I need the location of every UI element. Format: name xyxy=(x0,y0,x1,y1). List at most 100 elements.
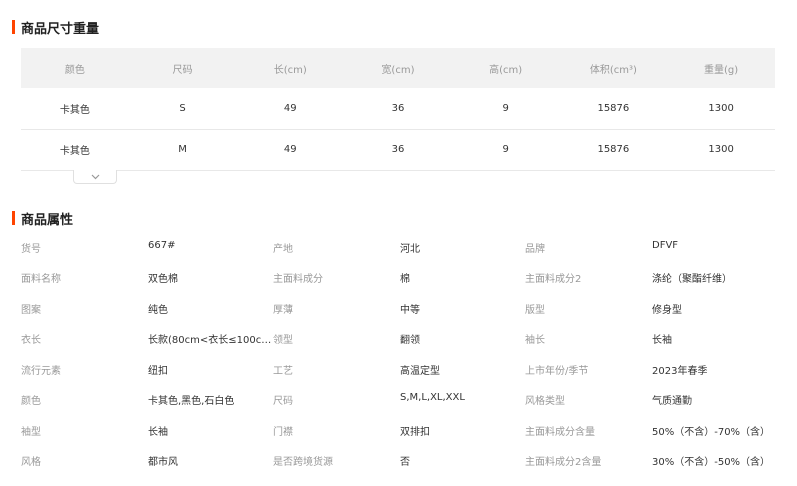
size-table-cell: 36 xyxy=(391,144,405,155)
size-section-title: 商品尺寸重量 xyxy=(12,19,99,37)
size-table-header: 颜色 尺码 长(cm) 宽(cm) 高(cm) 体积(cm³) 重量(g) xyxy=(21,48,775,88)
attribute-item: 品牌 DFVF xyxy=(525,240,781,255)
chevron-down-icon xyxy=(91,174,99,179)
attribute-value: 卡其色,黑色,石白色 xyxy=(148,396,235,408)
attribute-item: 风格 都市风 xyxy=(21,453,273,468)
attribute-value: 双排扣 xyxy=(400,426,430,438)
attribute-label: 流行元素 xyxy=(21,365,61,377)
attribute-item: 版型 修身型 xyxy=(525,301,781,316)
attribute-row: 风格 都市风 是否跨境货源 否 主面料成分2含量 30%（不含）-50%（含） xyxy=(21,446,781,477)
attribute-label: 品牌 xyxy=(525,243,545,255)
attribute-label: 衣长 xyxy=(21,335,41,347)
size-table-header-cell: 颜色 xyxy=(64,64,85,76)
attribute-value: 气质通勤 xyxy=(652,396,692,408)
attribute-label: 主面料成分2 xyxy=(525,274,582,286)
attribute-label: 袖长 xyxy=(525,335,545,347)
table-row: 卡其色 S 49 36 9 15876 1300 xyxy=(21,88,775,129)
attribute-value: 都市风 xyxy=(148,457,178,469)
attribute-label: 版型 xyxy=(525,304,545,316)
attribute-label: 货号 xyxy=(21,243,41,255)
title-accent-bar xyxy=(12,211,15,225)
attribute-label: 门襟 xyxy=(273,426,293,438)
size-table-cell: 15876 xyxy=(597,144,630,155)
expand-toggle-button[interactable] xyxy=(73,170,117,184)
attribute-value: 长款(80cm<衣长≤100cm) xyxy=(148,335,273,347)
attribute-label: 厚薄 xyxy=(273,304,293,316)
attribute-value: 双色棉 xyxy=(148,274,178,286)
attribute-label: 尺码 xyxy=(273,396,293,408)
attribute-item: 颜色 卡其色,黑色,石白色 xyxy=(21,392,273,407)
attribute-label: 上市年份/季节 xyxy=(525,365,589,377)
size-table-cell: 36 xyxy=(391,102,405,114)
size-table-body: 卡其色 S 49 36 9 15876 1300 卡其色 M 49 36 9 15876 1300 xyxy=(21,88,775,170)
size-table-cell: 卡其色 xyxy=(59,146,90,157)
attribute-value: 50%（不含）-70%（含） xyxy=(652,426,771,438)
attribute-item: 流行元素 纽扣 xyxy=(21,362,273,377)
attribute-label: 工艺 xyxy=(273,365,293,377)
attribute-label: 主面料成分 xyxy=(273,274,323,286)
attribute-item: 面料名称 双色棉 xyxy=(21,270,273,285)
size-table-header-cell: 长(cm) xyxy=(273,64,307,76)
attribute-row: 图案 纯色 厚薄 中等 版型 修身型 xyxy=(21,293,781,324)
attribute-value: 河北 xyxy=(400,243,420,255)
size-table-header-cell: 宽(cm) xyxy=(381,64,415,76)
attribute-item: 袖长 长袖 xyxy=(525,331,781,346)
attribute-label: 面料名称 xyxy=(21,274,61,286)
attribute-value: 涤纶（聚酯纤维） xyxy=(652,274,732,286)
attribute-value: 纯色 xyxy=(148,304,168,316)
size-table-cell: 卡其色 xyxy=(59,104,90,116)
attribute-item: 是否跨境货源 否 xyxy=(273,453,525,468)
size-table-cell: 15876 xyxy=(597,102,630,114)
attribute-value: 修身型 xyxy=(652,304,682,316)
attribute-item: 货号 667# xyxy=(21,240,273,255)
size-table-cell: 9 xyxy=(502,102,509,114)
size-table-cell: 9 xyxy=(502,144,509,155)
attribute-item: 图案 纯色 xyxy=(21,301,273,316)
attribute-item: 袖型 长袖 xyxy=(21,423,273,438)
size-table-header-cell: 尺码 xyxy=(172,64,193,76)
attribute-row: 货号 667# 产地 河北 品牌 DFVF xyxy=(21,232,781,263)
size-table-header-cell: 重量(g) xyxy=(704,64,739,76)
attribute-value: 长袖 xyxy=(652,335,672,347)
attribute-value: DFVF xyxy=(652,239,679,251)
size-table-cell: 1300 xyxy=(708,144,734,155)
size-table-cell: S xyxy=(179,102,186,114)
attribute-item: 门襟 双排扣 xyxy=(273,423,525,438)
attribute-value: 667# xyxy=(148,239,176,251)
attribute-item: 领型 翻领 xyxy=(273,331,525,346)
attribute-item: 衣长 长款(80cm<衣长≤100cm) xyxy=(21,331,273,346)
attribute-value: 棉 xyxy=(400,274,410,286)
attribute-item: 工艺 高温定型 xyxy=(273,362,525,377)
attribute-value: 2023年春季 xyxy=(652,365,708,377)
size-table-cell: 49 xyxy=(283,144,297,155)
attribute-value: 否 xyxy=(400,457,410,469)
attribute-grid: 货号 667# 产地 河北 品牌 DFVF 面料名称 双色棉 主面料成分 棉 主面料成分2 涤纶（聚酯… xyxy=(21,232,781,476)
attribute-row: 衣长 长款(80cm<衣长≤100cm) 领型 翻领 袖长 长袖 xyxy=(21,324,781,355)
attribute-value: 30%（不含）-50%（含） xyxy=(652,457,771,469)
attribute-label: 风格类型 xyxy=(525,396,565,408)
attr-section-title: 商品属性 xyxy=(12,210,74,228)
attribute-item: 主面料成分含量 50%（不含）-70%（含） xyxy=(525,423,781,438)
size-table-header-cell: 体积(cm³) xyxy=(589,64,637,76)
attr-section-title-text: 商品属性 xyxy=(21,212,74,228)
attribute-item: 风格类型 气质通勤 xyxy=(525,392,781,407)
title-accent-bar xyxy=(12,20,15,34)
attribute-item: 厚薄 中等 xyxy=(273,301,525,316)
attribute-item: 尺码 S,M,L,XL,XXL xyxy=(273,392,525,407)
attribute-row: 颜色 卡其色,黑色,石白色 尺码 S,M,L,XL,XXL 风格类型 气质通勤 xyxy=(21,385,781,416)
attribute-label: 图案 xyxy=(21,304,41,316)
attribute-value: 翻领 xyxy=(400,335,420,347)
attribute-label: 风格 xyxy=(21,457,41,469)
attribute-value: 中等 xyxy=(400,304,420,316)
attribute-value: 长袖 xyxy=(148,426,168,438)
size-table-cell: 1300 xyxy=(708,102,734,114)
attribute-value: 高温定型 xyxy=(400,365,440,377)
attribute-item: 产地 河北 xyxy=(273,240,525,255)
attribute-label: 袖型 xyxy=(21,426,41,438)
table-row: 卡其色 M 49 36 9 15876 1300 xyxy=(21,129,775,170)
attribute-value: 纽扣 xyxy=(148,365,168,377)
attribute-item: 主面料成分2 涤纶（聚酯纤维） xyxy=(525,270,781,285)
attribute-label: 主面料成分2含量 xyxy=(525,457,602,469)
attribute-label: 颜色 xyxy=(21,396,41,408)
attribute-row: 面料名称 双色棉 主面料成分 棉 主面料成分2 涤纶（聚酯纤维） xyxy=(21,263,781,294)
